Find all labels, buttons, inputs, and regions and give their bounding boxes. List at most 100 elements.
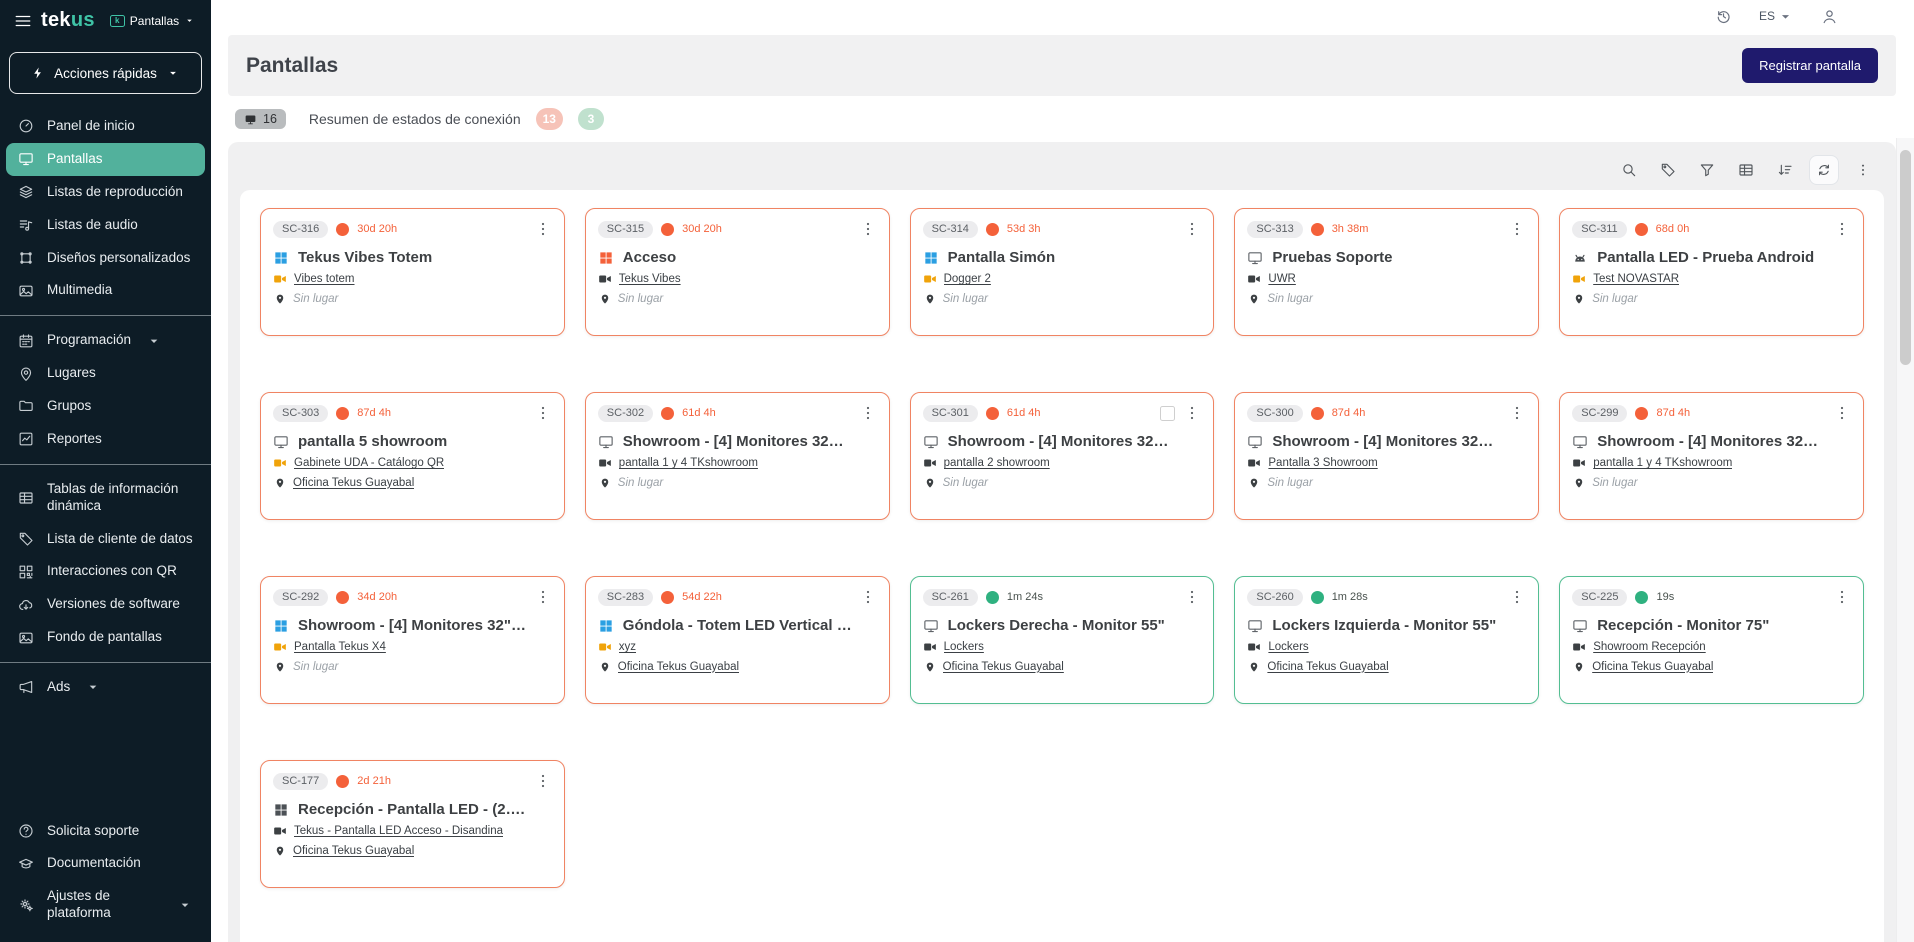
- screen-card[interactable]: SC-31168d 0hPantalla LED - Prueba Androi…: [1559, 208, 1864, 336]
- scrollbar[interactable]: [1896, 138, 1914, 942]
- card-menu-button[interactable]: [1183, 588, 1201, 606]
- playlist-link[interactable]: pantalla 2 showroom: [944, 457, 1050, 469]
- card-menu-button[interactable]: [859, 588, 877, 606]
- location-link[interactable]: Oficina Tekus Guayabal: [293, 845, 414, 857]
- sidebar-item-listas-de-audio[interactable]: Listas de audio: [6, 209, 205, 242]
- app-logo[interactable]: tekus: [41, 9, 95, 32]
- language-selector[interactable]: ES: [1759, 8, 1794, 25]
- history-icon[interactable]: [1715, 8, 1732, 25]
- screen-card[interactable]: SC-28354d 22hGóndola - Totem LED Vertica…: [585, 576, 890, 704]
- toolbar-kebab-button[interactable]: [1848, 155, 1878, 185]
- screen-card[interactable]: SC-31630d 20hTekus Vibes TotemVibes tote…: [260, 208, 565, 336]
- playlist-link[interactable]: Pantalla Tekus X4: [294, 641, 386, 653]
- playlist-link[interactable]: Showroom Recepción: [1593, 641, 1706, 653]
- playlist-link[interactable]: Tekus - Pantalla LED Acceso - Disandina: [294, 825, 503, 837]
- playlist-link[interactable]: Pantalla 3 Showroom: [1268, 457, 1377, 469]
- card-checkbox[interactable]: [1160, 406, 1175, 421]
- playlist-link[interactable]: Dogger 2: [944, 273, 991, 285]
- screen-card[interactable]: SC-2601m 28sLockers Izquierda - Monitor …: [1234, 576, 1539, 704]
- toolbar-sort-button[interactable]: [1770, 155, 1800, 185]
- screen-card[interactable]: SC-22519sRecepción - Monitor 75"Showroom…: [1559, 576, 1864, 704]
- total-screens-chip[interactable]: 16: [235, 109, 286, 129]
- sidebar-item-listas-de-reproduccion[interactable]: Listas de reproducción: [6, 176, 205, 209]
- sidebar-item-programacion[interactable]: Programación: [6, 324, 205, 357]
- card-menu-button[interactable]: [534, 588, 552, 606]
- screen-card[interactable]: SC-30261d 4hShowroom - [4] Monitores 32……: [585, 392, 890, 520]
- card-menu-button[interactable]: [534, 404, 552, 422]
- card-menu-button[interactable]: [1508, 220, 1526, 238]
- sidebar-item-versiones-de-software[interactable]: Versiones de software: [6, 588, 205, 621]
- playlist-link[interactable]: Lockers: [944, 641, 984, 653]
- register-screen-button[interactable]: Registrar pantalla: [1742, 48, 1878, 83]
- card-menu-button[interactable]: [1833, 588, 1851, 606]
- playlist-link[interactable]: Tekus Vibes: [619, 273, 681, 285]
- screen-card[interactable]: SC-30087d 4hShowroom - [4] Monitores 32……: [1234, 392, 1539, 520]
- playlist-link[interactable]: Test NOVASTAR: [1593, 273, 1679, 285]
- playlist-link[interactable]: Gabinete UDA - Catálogo QR: [294, 457, 444, 469]
- playlist-link[interactable]: pantalla 1 y 4 TKshowroom: [1593, 457, 1732, 469]
- playlist-link[interactable]: UWR: [1268, 273, 1295, 285]
- screen-card[interactable]: SC-29987d 4hShowroom - [4] Monitores 32……: [1559, 392, 1864, 520]
- screen-card[interactable]: SC-30161d 4hShowroom - [4] Monitores 32……: [910, 392, 1215, 520]
- location-link[interactable]: Oficina Tekus Guayabal: [1592, 661, 1713, 673]
- screen-card[interactable]: SC-2611m 24sLockers Derecha - Monitor 55…: [910, 576, 1215, 704]
- playlist-link[interactable]: Lockers: [1268, 641, 1308, 653]
- card-menu-button[interactable]: [1508, 404, 1526, 422]
- pin-icon: [18, 366, 34, 382]
- location-link[interactable]: Oficina Tekus Guayabal: [943, 661, 1064, 673]
- card-menu-button[interactable]: [1833, 220, 1851, 238]
- playlist-link[interactable]: Vibes totem: [294, 273, 355, 285]
- sidebar-item-multimedia[interactable]: Multimedia: [6, 274, 205, 307]
- sidebar-item-label: Interacciones con QR: [47, 563, 177, 580]
- quick-actions-button[interactable]: Acciones rápidas: [9, 52, 202, 94]
- playlist-row: pantalla 1 y 4 TKshowroom: [598, 456, 877, 470]
- location-link[interactable]: Oficina Tekus Guayabal: [293, 477, 414, 489]
- location-link[interactable]: Oficina Tekus Guayabal: [618, 661, 739, 673]
- toolbar-table-button[interactable]: [1731, 155, 1761, 185]
- sidebar-item-documentacion[interactable]: Documentación: [6, 847, 205, 880]
- card-menu-button[interactable]: [1183, 220, 1201, 238]
- screen-card[interactable]: SC-31453d 3hPantalla SimónDogger 2Sin lu…: [910, 208, 1215, 336]
- user-icon[interactable]: [1821, 8, 1838, 25]
- sidebar-item-reportes[interactable]: Reportes: [6, 423, 205, 456]
- sidebar-item-disenos-personalizados[interactable]: Diseños personalizados: [6, 242, 205, 275]
- sidebar-item-ajustes-de-plataforma[interactable]: Ajustes de plataforma: [6, 880, 205, 930]
- sidebar-item-ads[interactable]: Ads: [6, 671, 205, 704]
- offline-count-badge[interactable]: 13: [536, 108, 563, 130]
- playlist-link[interactable]: xyz: [619, 641, 636, 653]
- card-menu-button[interactable]: [859, 220, 877, 238]
- sidebar-item-lugares[interactable]: Lugares: [6, 357, 205, 390]
- sidebar-item-tablas-de-informacion-dinamica[interactable]: Tablas de información dinámica: [6, 473, 205, 523]
- card-menu-button[interactable]: [1833, 404, 1851, 422]
- toolbar-tag-button[interactable]: [1653, 155, 1683, 185]
- location-link[interactable]: Oficina Tekus Guayabal: [1267, 661, 1388, 673]
- playlist-link[interactable]: pantalla 1 y 4 TKshowroom: [619, 457, 758, 469]
- card-menu-button[interactable]: [1183, 404, 1201, 422]
- sidebar-item-lista-de-cliente-de-datos[interactable]: Lista de cliente de datos: [6, 523, 205, 556]
- card-menu-button[interactable]: [859, 404, 877, 422]
- card-menu-button[interactable]: [1508, 588, 1526, 606]
- hamburger-menu-icon[interactable]: [14, 12, 32, 30]
- toolbar-funnel-button[interactable]: [1692, 155, 1722, 185]
- screen-card[interactable]: SC-31530d 20hAccesoTekus VibesSin lugar: [585, 208, 890, 336]
- sidebar-item-fondo-de-pantallas[interactable]: Fondo de pantallas: [6, 621, 205, 654]
- video-camera-icon: [923, 640, 937, 654]
- screen-card[interactable]: SC-30387d 4hpantalla 5 showroomGabinete …: [260, 392, 565, 520]
- sidebar-item-grupos[interactable]: Grupos: [6, 390, 205, 423]
- screen-card[interactable]: SC-29234d 20hShowroom - [4] Monitores 32…: [260, 576, 565, 704]
- screen-card[interactable]: SC-1772d 21hRecepción - Pantalla LED - (…: [260, 760, 565, 888]
- card-menu-button[interactable]: [534, 772, 552, 790]
- status-dot: [1311, 591, 1324, 604]
- online-count-badge[interactable]: 3: [578, 108, 604, 130]
- sidebar-item-panel-de-inicio[interactable]: Panel de inicio: [6, 110, 205, 143]
- card-menu-button[interactable]: [534, 220, 552, 238]
- sidebar-item-pantallas[interactable]: Pantallas: [6, 143, 205, 176]
- content: Pantallas Registrar pantalla 16 Resumen …: [211, 32, 1914, 942]
- context-switcher[interactable]: k Pantallas: [110, 14, 195, 28]
- scrollbar-thumb[interactable]: [1900, 150, 1911, 365]
- sidebar-item-solicita-soporte[interactable]: Solicita soporte: [6, 815, 205, 848]
- toolbar-search-button[interactable]: [1614, 155, 1644, 185]
- toolbar-refresh-button[interactable]: [1809, 155, 1839, 185]
- sidebar-item-interacciones-con-qr[interactable]: Interacciones con QR: [6, 555, 205, 588]
- screen-card[interactable]: SC-3133h 38mPruebas SoporteUWRSin lugar: [1234, 208, 1539, 336]
